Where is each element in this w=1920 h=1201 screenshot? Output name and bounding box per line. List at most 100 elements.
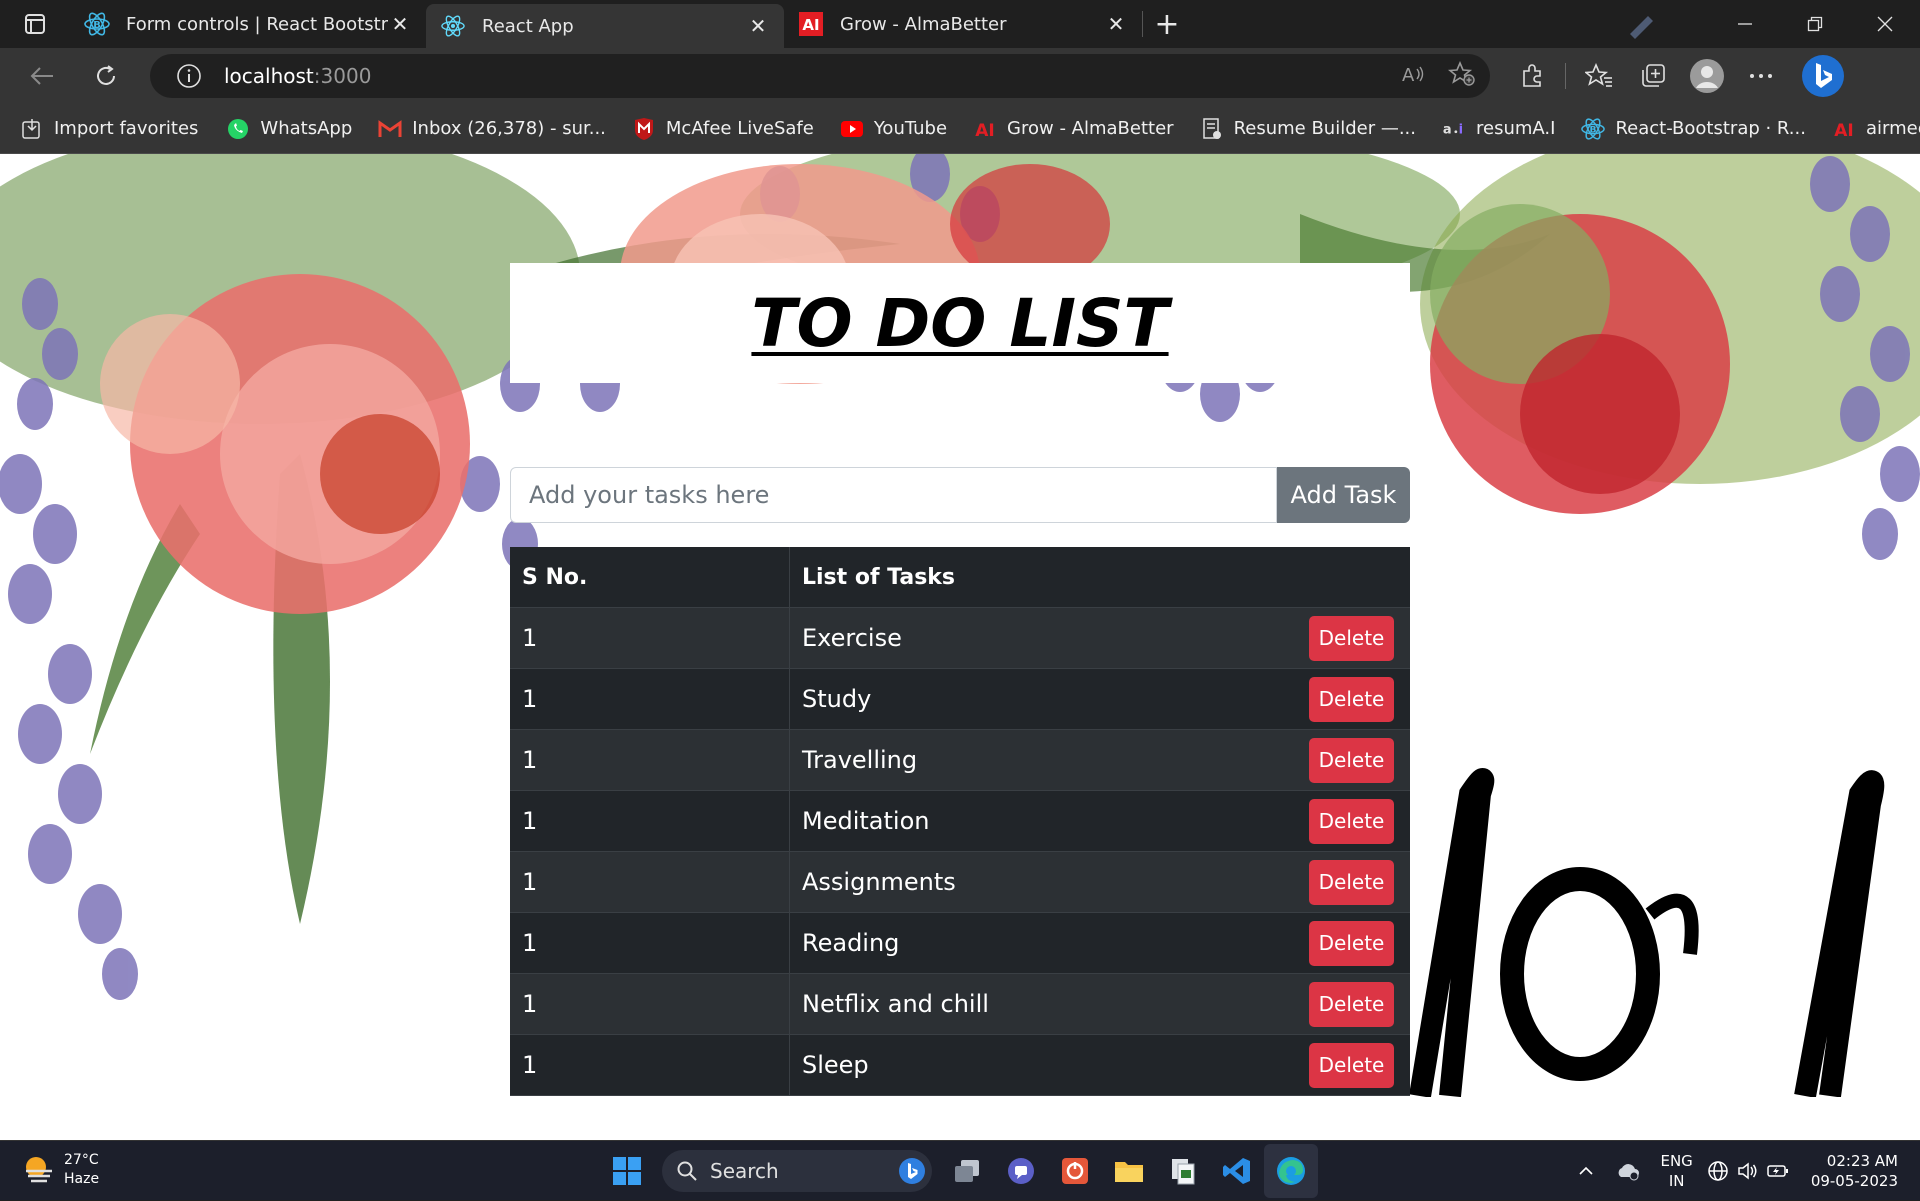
task-sno: 1 [510,607,790,669]
delete-button[interactable]: Delete [1309,798,1394,844]
add-task-form: Add Task [510,467,1410,523]
bookmark-youtube[interactable]: YouTube [840,117,947,141]
onedrive-icon[interactable] [1606,1161,1650,1181]
favorites-star-icon [1585,63,1612,87]
refresh-button[interactable] [84,54,128,98]
language-indicator[interactable]: ENG IN [1660,1151,1692,1191]
file-explorer-button[interactable] [1102,1144,1156,1198]
favorites-button[interactable] [1572,48,1626,104]
bing-chat-button[interactable] [1788,48,1858,104]
tab-almabetter[interactable]: AI Grow - AlmaBetter ✕ [784,0,1142,48]
task-view-button[interactable] [940,1144,994,1198]
network-icon[interactable] [1703,1160,1733,1182]
task-name: Travelling [802,746,918,774]
tab-title: Form controls | React Bootstrap [126,13,388,35]
site-info-icon[interactable] [174,61,204,91]
read-aloud-icon[interactable]: A [1400,63,1426,89]
bookmark-whatsapp[interactable]: WhatsApp [226,117,352,141]
collections-button[interactable] [1626,48,1680,104]
task-sno: 1 [510,790,790,852]
taskbar-apps: Search [600,1141,1318,1201]
teams-chat-button[interactable] [994,1144,1048,1198]
office-app-icon [1062,1158,1088,1184]
chevron-up-icon [1579,1166,1594,1175]
task-name: Reading [802,929,900,957]
language-code: ENG [1660,1152,1693,1170]
table-header-row: S No. List of Tasks [510,547,1410,608]
bookmark-react-bootstrap[interactable]: B React-Bootstrap · R... [1581,117,1806,141]
bing-icon [899,1158,925,1184]
new-tab-button[interactable]: + [1143,0,1191,48]
system-tray: ENG IN 02:23 AM 09-05-2023 [1566,1141,1920,1201]
window-controls [1710,0,1920,48]
app-red-button[interactable] [1048,1144,1102,1198]
delete-button[interactable]: Delete [1309,676,1394,722]
header-sno: S No. [510,547,790,608]
bookmark-resumai[interactable]: ai resumA.I [1442,117,1556,141]
vscode-button[interactable] [1210,1144,1264,1198]
bookmark-label: Inbox (26,378) - sur... [412,118,606,139]
task-name: Meditation [802,807,930,835]
bookmark-gmail[interactable]: Inbox (26,378) - sur... [378,117,606,141]
delete-button[interactable]: Delete [1309,859,1394,905]
show-hidden-icons-button[interactable] [1566,1166,1606,1176]
delete-button[interactable]: Delete [1309,737,1394,783]
edge-browser-button[interactable] [1264,1144,1318,1198]
bookmark-label: YouTube [873,118,948,139]
delete-button[interactable]: Delete [1309,920,1394,966]
task-input[interactable] [510,467,1277,523]
tab-actions-icon [25,14,45,34]
table-row: 1 Exercise Delete [510,607,1410,669]
tab-react-app[interactable]: React App ✕ [426,4,784,48]
close-tab-icon[interactable]: ✕ [746,14,770,38]
app-files-button[interactable] [1156,1144,1210,1198]
back-button[interactable] [20,54,64,98]
bookmark-import-favorites[interactable]: Import favorites [20,117,198,141]
close-window-button[interactable] [1850,0,1920,48]
bookmarks-bar: Import favorites WhatsApp Inbox (26,378)… [0,104,1920,154]
more-icon [1750,74,1772,78]
volume-icon[interactable] [1733,1161,1763,1181]
search-label: Search [710,1159,779,1183]
bookmark-almabetter[interactable]: AI Grow - AlmaBetter [973,117,1173,141]
weather-widget[interactable]: 27°C Haze [22,1151,99,1189]
bookmark-resume-builder[interactable]: Resume Builder —... [1200,117,1416,141]
bookmark-label: resumA.I [1476,118,1556,139]
close-tab-icon[interactable]: ✕ [1104,12,1128,36]
react-icon [440,13,466,39]
page-bottom-area [0,1097,1920,1140]
tab-actions-button[interactable] [0,0,70,48]
delete-button[interactable]: Delete [1309,981,1394,1027]
add-task-button[interactable]: Add Task [1277,467,1410,523]
browser-toolbar: localhost:3000 A [0,48,1920,104]
weather-temperature: 27°C [64,1152,99,1168]
task-sno: 1 [510,668,790,730]
extensions-button[interactable] [1505,48,1559,104]
resumai-icon: ai [1442,117,1466,141]
close-tab-icon[interactable]: ✕ [388,12,412,36]
taskbar-search[interactable]: Search [662,1150,932,1192]
bing-icon [1802,55,1844,97]
restore-button[interactable] [1780,0,1850,48]
edge-icon [1277,1157,1305,1185]
system-clock[interactable]: 02:23 AM 09-05-2023 [1811,1151,1898,1191]
profile-button[interactable] [1680,48,1734,104]
svg-text:AI: AI [802,16,819,34]
minimize-button[interactable] [1710,0,1780,48]
clock-date: 09-05-2023 [1810,1172,1898,1190]
bookmark-airmeet[interactable]: AI airmeet [1832,117,1920,141]
address-bar[interactable]: localhost:3000 A [150,54,1490,98]
add-favorite-icon[interactable] [1447,60,1476,91]
delete-button[interactable]: Delete [1309,615,1394,661]
start-button[interactable] [600,1144,654,1198]
task-view-icon [955,1160,979,1182]
bookmark-mcafee[interactable]: McAfee LiveSafe [632,117,814,141]
svg-text:B: B [1590,124,1597,135]
collections-icon [1642,64,1665,87]
more-options-button[interactable] [1734,48,1788,104]
minimize-icon [1738,23,1752,25]
import-icon [20,117,44,141]
tab-form-controls[interactable]: B Form controls | React Bootstrap ✕ [70,0,426,48]
battery-icon[interactable] [1763,1164,1793,1178]
delete-button[interactable]: Delete [1309,1042,1394,1088]
